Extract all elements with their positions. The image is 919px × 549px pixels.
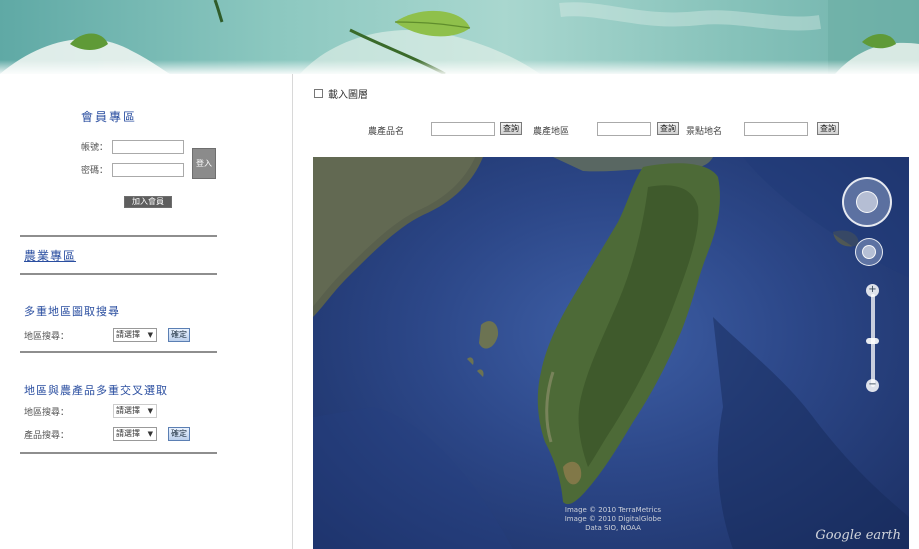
member-area-title: 會員專區 (81, 110, 138, 124)
layer-toggle-label: 載入圖層 (328, 90, 368, 101)
account-label: 帳號： (81, 143, 109, 153)
cross-product-label: 產品搜尋： (24, 431, 70, 441)
attribution-line: Image © 2010 TerraMetrics (564, 506, 662, 514)
product-area-search-button[interactable]: 查詢 (657, 122, 679, 135)
account-input[interactable] (112, 140, 184, 154)
map-logo: Google earth (815, 528, 901, 543)
divider (20, 351, 217, 353)
password-input[interactable] (112, 163, 184, 177)
register-button[interactable]: 加入會員 (124, 196, 172, 208)
login-button[interactable]: 登入 (192, 148, 216, 179)
cross-query-title: 地區與農產品多重交叉選取 (24, 384, 168, 397)
map-look-control[interactable] (855, 238, 883, 266)
multi-query-label: 地區搜尋： (24, 332, 70, 342)
multi-query-title: 多重地區圖取搜尋 (24, 305, 120, 318)
pan-center-icon (856, 191, 878, 213)
layer-toggle[interactable]: 載入圖層 (314, 86, 368, 101)
multi-query-confirm-button[interactable]: 確定 (168, 328, 190, 342)
chevron-down-icon: ▼ (147, 331, 153, 339)
banner-bottom-fade (0, 60, 919, 74)
cross-query-confirm-button[interactable]: 確定 (168, 427, 190, 441)
chevron-down-icon: ▼ (147, 407, 153, 415)
product-name-search-button[interactable]: 查詢 (500, 122, 522, 135)
divider (20, 235, 217, 237)
product-name-label: 農產品名 (368, 127, 405, 137)
chevron-down-icon: ▼ (147, 430, 153, 438)
layer-checkbox[interactable] (314, 89, 323, 98)
divider (20, 452, 217, 454)
zoom-in-button[interactable]: + (866, 284, 879, 297)
cross-product-select[interactable]: 請選擇 ▼ (113, 427, 157, 441)
divider (20, 273, 217, 275)
product-name-input[interactable] (431, 122, 495, 136)
map-attribution: Image © 2010 TerraMetrics Image © 2010 D… (508, 506, 718, 533)
satellite-map[interactable]: + − Image © 2010 TerraMetrics Image © 20… (313, 157, 909, 549)
area-select-value: 請選擇 (116, 330, 140, 339)
content-divider (292, 74, 293, 549)
place-name-label: 景點地名 (686, 127, 723, 137)
cross-area-select[interactable]: 請選擇 ▼ (113, 404, 157, 418)
look-center-icon (862, 245, 876, 259)
password-label: 密碼： (81, 166, 109, 176)
expert-area-link[interactable]: 農業專區 (24, 247, 76, 264)
cross-area-select-value: 請選擇 (116, 406, 140, 415)
attribution-line: Data SIO, NOAA (585, 524, 641, 532)
header-banner (0, 0, 919, 74)
product-area-label: 農產地區 (533, 127, 570, 137)
area-select[interactable]: 請選擇 ▼ (113, 328, 157, 342)
place-name-input[interactable] (744, 122, 808, 136)
cross-product-select-value: 請選擇 (116, 429, 140, 438)
zoom-out-button[interactable]: − (866, 379, 879, 392)
attribution-line: Image © 2010 DigitalGlobe (564, 515, 662, 523)
map-imagery (313, 157, 909, 549)
zoom-slider-thumb[interactable] (866, 338, 879, 344)
place-name-search-button[interactable]: 查詢 (817, 122, 839, 135)
product-area-input[interactable] (597, 122, 651, 136)
sidebar: 會員專區 帳號： 密碼： 登入 加入會員 農業專區 多重地區圖取搜尋 地區搜尋：… (0, 74, 250, 549)
cross-area-label: 地區搜尋： (24, 408, 70, 418)
map-pan-control[interactable] (842, 177, 892, 227)
